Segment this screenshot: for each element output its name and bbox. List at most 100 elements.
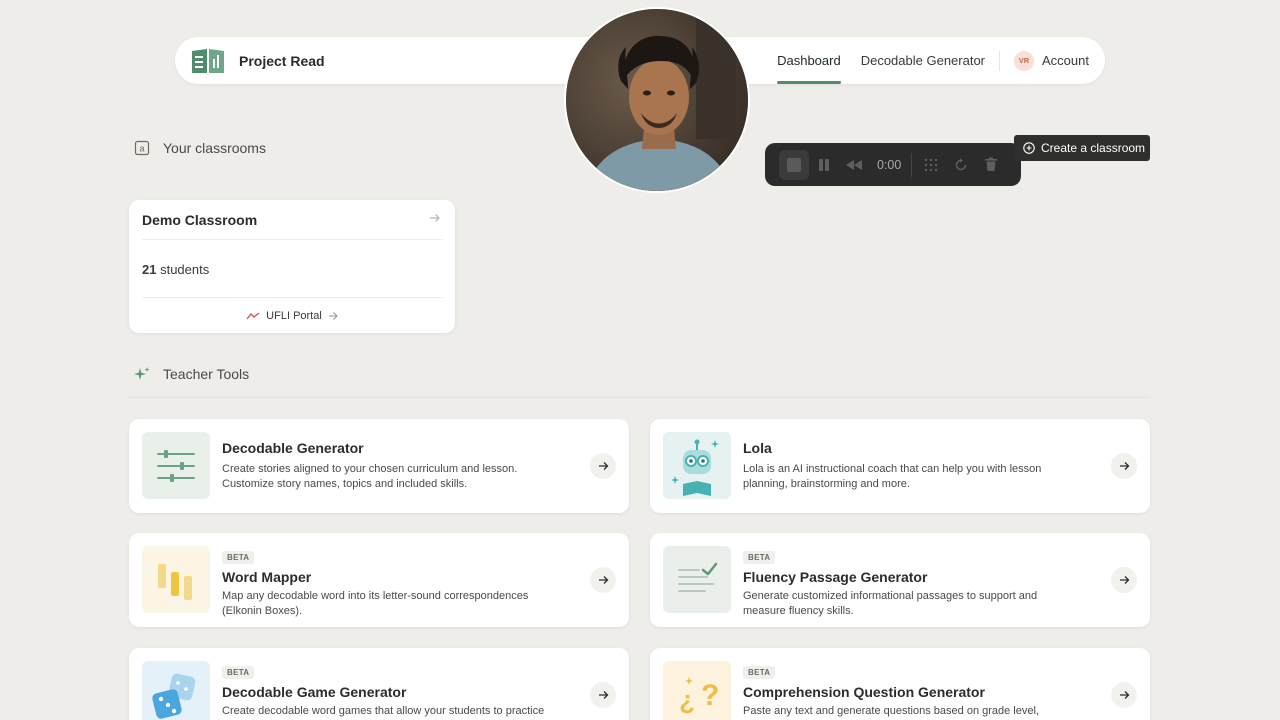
tool-title: Decodable Game Generator: [222, 684, 407, 700]
teacher-tools-heading: Teacher Tools: [134, 366, 249, 382]
arrow-right-icon: [430, 214, 440, 222]
create-classroom-label: Create a classroom: [1041, 141, 1146, 155]
recording-timer: 0:00: [877, 157, 902, 172]
webcam-person-icon: [566, 9, 748, 191]
arrow-right-icon: [1119, 462, 1129, 470]
open-tool-button[interactable]: [590, 567, 616, 593]
classroom-icon: a: [134, 140, 150, 156]
arrow-right-icon: [598, 462, 608, 470]
grid-button[interactable]: [916, 150, 946, 180]
svg-text:a: a: [139, 144, 144, 154]
teacher-tools-title: Teacher Tools: [163, 366, 250, 382]
open-tool-button[interactable]: [1111, 453, 1137, 479]
tool-text: Lola Lola is an AI instructional coach t…: [743, 440, 1073, 492]
beta-badge: BETA: [222, 551, 255, 564]
dice-icon: [152, 673, 196, 719]
delete-recording-button[interactable]: [976, 150, 1006, 180]
arrow-right-icon: [1119, 691, 1129, 699]
ufli-portal-link[interactable]: UFLI Portal: [142, 297, 443, 333]
tool-card-word-mapper[interactable]: BETA Word Mapper Map any decodable word …: [129, 533, 629, 627]
tool-card-lola[interactable]: Lola Lola is an AI instructional coach t…: [650, 419, 1150, 513]
stop-recording-button[interactable]: [779, 149, 809, 180]
student-count-label: students: [156, 262, 210, 277]
tool-description: Paste any text and generate questions ba…: [743, 705, 1039, 717]
rewind-button[interactable]: [839, 150, 869, 180]
tool-card-decodable-game-generator[interactable]: BETA Decodable Game Generator Create dec…: [129, 648, 629, 720]
brand[interactable]: Project Read: [190, 47, 325, 75]
plus-circle-icon: [1023, 142, 1035, 154]
tool-title: Comprehension Question Generator: [743, 684, 985, 700]
beta-badge: BETA: [743, 666, 776, 679]
grid-dots-icon: [925, 158, 938, 171]
tool-text: BETA Word Mapper Map any decodable word …: [222, 547, 552, 619]
toolbar-divider: [911, 152, 913, 177]
tool-text: BETA Fluency Passage Generator Generate …: [743, 547, 1073, 619]
tool-description: Generate customized informational passag…: [743, 590, 1038, 617]
nav-divider: [999, 50, 1001, 71]
tool-card-decodable-generator[interactable]: Decodable Generator Create stories align…: [129, 419, 629, 513]
ufli-portal-label: UFLI Portal: [266, 309, 322, 322]
tool-description: Create decodable word games that allow y…: [222, 705, 545, 717]
robot-thumb: [663, 432, 731, 499]
open-tool-button[interactable]: [590, 453, 616, 479]
stop-icon: [787, 157, 801, 172]
arrow-right-icon: [1119, 576, 1129, 584]
webcam-overlay[interactable]: [564, 7, 750, 193]
trash-icon: [985, 157, 998, 171]
classroom-name: Demo Classroom: [142, 212, 258, 228]
svg-text:?: ?: [701, 679, 719, 712]
classroom-card-header: Demo Classroom: [142, 212, 443, 240]
restart-icon: [956, 158, 967, 170]
sliders-thumb: [142, 432, 210, 499]
passage-check-icon: [678, 562, 718, 592]
sliders-icon: [157, 450, 195, 482]
restart-button[interactable]: [946, 150, 976, 180]
passage-thumb: [663, 546, 731, 613]
student-count: 21 students: [142, 262, 209, 277]
letter-boxes-icon: [158, 564, 192, 600]
open-tool-button[interactable]: [1111, 682, 1137, 708]
tool-title: Fluency Passage Generator: [743, 569, 928, 585]
ufli-logo-icon: [246, 311, 260, 319]
nav-decodable-generator[interactable]: Decodable Generator: [861, 37, 985, 84]
dice-thumb: [142, 661, 210, 720]
open-tool-button[interactable]: [1111, 567, 1137, 593]
sparkles-icon: [134, 367, 150, 380]
student-count-number: 21: [142, 262, 157, 277]
tool-description: Map any decodable word into its letter-s…: [222, 590, 529, 617]
tool-description: Create stories aligned to your chosen cu…: [222, 463, 518, 490]
recording-toolbar: 0:00: [765, 143, 1021, 186]
create-classroom-button[interactable]: Create a classroom: [1014, 135, 1150, 161]
open-tool-button[interactable]: [590, 682, 616, 708]
tool-description: Lola is an AI instructional coach that c…: [743, 463, 1042, 490]
pause-button[interactable]: [809, 150, 839, 180]
questions-thumb: ? ?: [663, 661, 731, 720]
avatar: VR: [1014, 50, 1035, 71]
beta-badge: BETA: [222, 666, 255, 679]
nav-dashboard[interactable]: Dashboard: [777, 37, 841, 84]
tool-text: Decodable Generator Create stories align…: [222, 440, 552, 492]
beta-badge: BETA: [743, 551, 776, 564]
account-label: Account: [1042, 53, 1089, 68]
section-divider: [129, 397, 1150, 398]
classroom-card[interactable]: Demo Classroom 21 students UFLI Portal: [129, 200, 455, 333]
account-menu[interactable]: VR Account: [1014, 50, 1089, 71]
arrow-right-icon: [328, 311, 338, 320]
tool-card-fluency-passage-generator[interactable]: BETA Fluency Passage Generator Generate …: [650, 533, 1150, 627]
tool-card-comprehension-question-generator[interactable]: ? ? BETA Comprehension Question Generato…: [650, 648, 1150, 720]
tool-title: Word Mapper: [222, 569, 312, 585]
tool-text: BETA Decodable Game Generator Create dec…: [222, 662, 552, 720]
tool-title: Decodable Generator: [222, 440, 364, 456]
brand-name: Project Read: [239, 53, 325, 69]
tool-text: BETA Comprehension Question Generator Pa…: [743, 662, 1073, 720]
book-logo-icon: [192, 49, 224, 73]
robot-icon: [671, 439, 719, 496]
pause-icon: [819, 158, 829, 171]
classrooms-title: Your classrooms: [163, 140, 266, 156]
nav-links: Dashboard Decodable Generator VR Account: [757, 37, 1089, 84]
classrooms-heading: a Your classrooms: [134, 140, 266, 156]
svg-text:?: ?: [679, 689, 695, 719]
question-marks-icon: ? ?: [679, 677, 719, 719]
boxes-thumb: [142, 546, 210, 613]
tool-title: Lola: [743, 440, 772, 456]
